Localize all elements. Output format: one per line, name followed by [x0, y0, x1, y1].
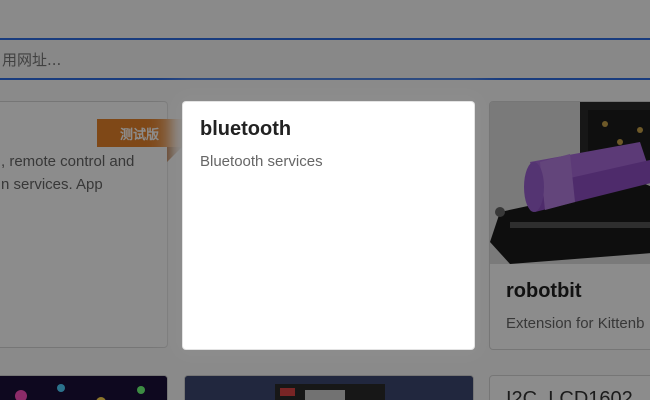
extension-card-i2c-lcd1602[interactable]: I2C_LCD1602 — [489, 375, 650, 400]
card-image — [185, 376, 473, 400]
search-placeholder: 用网址... — [2, 50, 62, 69]
card-description: , remote control and n services. App — [1, 153, 135, 193]
card-description: Extension for Kittenb — [506, 315, 645, 332]
card-title: robotbit — [506, 280, 582, 302]
robotbit-image — [490, 102, 650, 264]
card-title: I2C_LCD1602 — [506, 388, 633, 400]
extension-card-bottom-left[interactable] — [0, 375, 168, 400]
beta-badge: 测试版 — [97, 119, 182, 147]
extension-card-bottom-middle[interactable] — [184, 375, 474, 400]
card-description: Bluetooth services — [200, 153, 323, 170]
card-image — [0, 376, 167, 400]
extension-card-bluetooth[interactable]: bluetooth Bluetooth services — [182, 101, 475, 350]
badge-fold-decoration — [167, 147, 182, 162]
extension-card-robotbit[interactable]: robotbit Extension for Kittenb — [489, 101, 650, 350]
card-title: bluetooth — [200, 118, 292, 140]
search-input[interactable]: 用网址... — [0, 38, 650, 80]
